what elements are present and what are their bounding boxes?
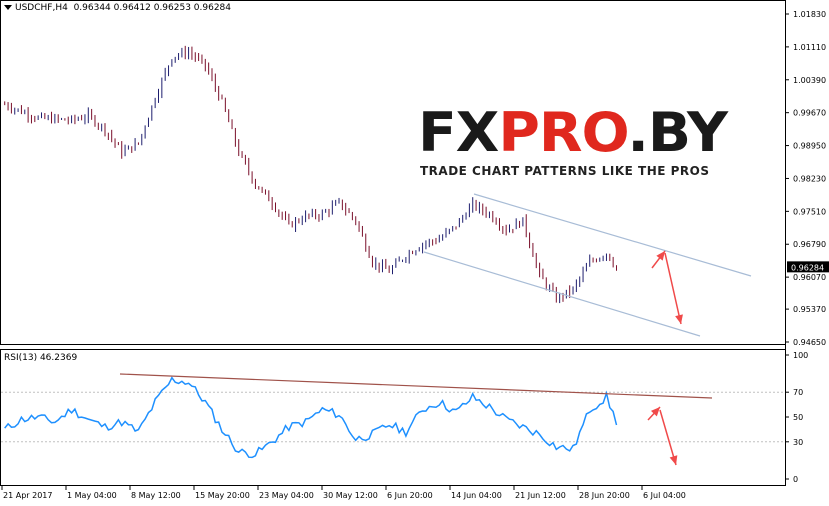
current-price-label: 0.96284 [791,263,824,272]
time-axis-label: 8 May 12:00 [131,491,181,500]
price-axis-label: 1.01830 [793,10,826,19]
time-axis-label: 30 May 12:00 [323,491,378,500]
time-axis-label: 6 Jul 04:00 [643,491,686,500]
logo-wordmark: FXPRO.BY [418,105,728,161]
logo-suffix: .BY [627,101,728,164]
price-axis-label: 0.98230 [793,174,826,183]
logo-highlight: PRO [498,101,628,164]
chart-symbol-header: USDCHF,H4 0.96344 0.96412 0.96253 0.9628… [4,3,231,13]
time-axis-label: 21 Jun 12:00 [515,491,566,500]
price-axis-label: 1.00390 [793,76,826,85]
fxpro-logo: FXPRO.BY TRADE CHART PATTERNS LIKE THE P… [418,105,728,183]
rsi-panel-frame [0,349,786,486]
time-axis-label: 14 Jun 04:00 [451,491,502,500]
rsi-axis-label: 70 [793,388,803,397]
price-axis-label: 0.94650 [793,338,826,347]
chart-canvas[interactable]: 1.01830 1.01110 1.00390 0.99670 0.98950 0.982… [0,0,829,506]
time-axis-label: 28 Jun 20:00 [579,491,630,500]
rsi-axis-label: 0 [793,475,798,484]
symbol-label: USDCHF,H4 [15,3,68,13]
time-axis-label: 1 May 04:00 [67,491,117,500]
logo-prefix: FX [418,101,499,164]
chart-window[interactable]: 1.01830 1.01110 1.00390 0.99670 0.98950 0.982… [0,0,829,506]
rsi-axis-label: 50 [793,413,803,422]
price-axis-label: 0.96790 [793,240,826,249]
price-axis-label: 0.99670 [793,109,826,118]
rsi-indicator-label: RSI(13) 46.2369 [4,353,78,363]
time-axis-label: 15 May 20:00 [195,491,250,500]
rsi-axis-label: 30 [793,438,803,447]
price-axis-label: 0.95370 [793,305,826,314]
rsi-axis-label: 100 [793,351,808,360]
logo-tagline: TRADE CHART PATTERNS LIKE THE PROS [420,164,710,178]
time-axis-label: 23 May 04:00 [259,491,314,500]
price-axis-label: 0.96070 [793,273,826,282]
dropdown-triangle-icon[interactable] [4,5,12,10]
price-axis-label: 0.97510 [793,207,826,216]
time-axis-label: 21 Apr 2017 [3,491,52,500]
price-axis-label: 0.98950 [793,142,826,151]
ohlc-values: 0.96344 0.96412 0.96253 0.96284 [73,3,232,13]
price-axis-label: 1.01110 [793,43,826,52]
time-axis-label: 6 Jun 20:00 [387,491,433,500]
